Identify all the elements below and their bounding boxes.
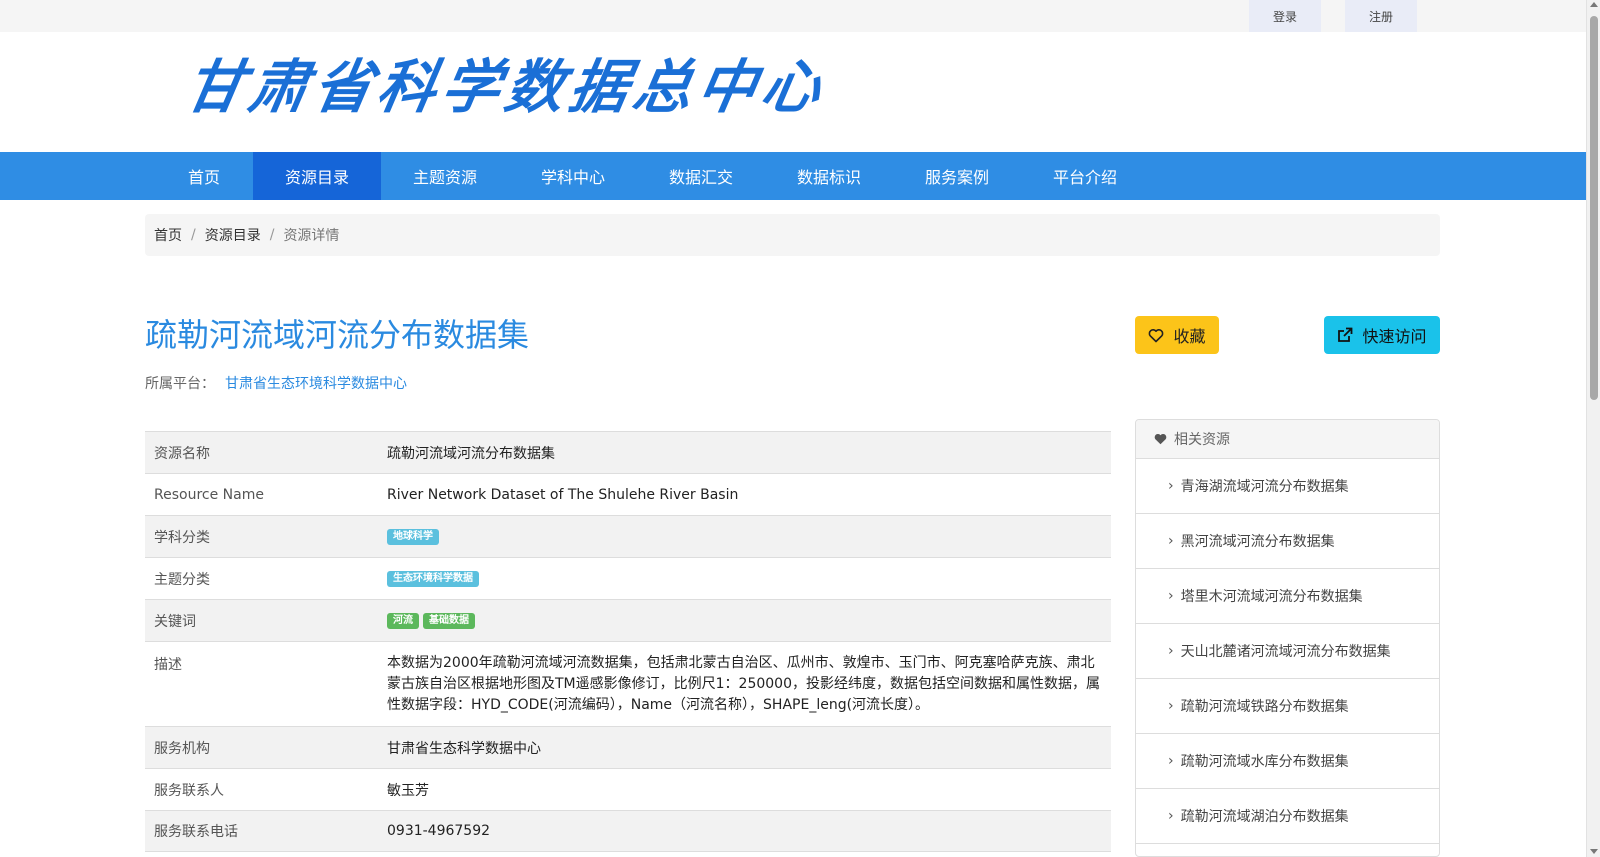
table-row: 学科分类 地球科学: [145, 515, 1111, 557]
nav-item-home[interactable]: 首页: [172, 152, 236, 200]
nav-item-about[interactable]: 平台介绍: [1021, 152, 1149, 200]
related-item[interactable]: › 疏勒河流域湖泊分布数据集: [1136, 789, 1439, 844]
row-value: 甘肃省生态科学数据中心: [387, 740, 541, 757]
keyword-tag[interactable]: 河流: [387, 612, 419, 629]
resource-info-table: 资源名称 疏勒河流域河流分布数据集 Resource Name River Ne…: [145, 431, 1111, 852]
favorite-button[interactable]: 收藏: [1135, 316, 1219, 354]
related-item[interactable]: › 疏勒河流域水库分布数据集: [1136, 734, 1439, 789]
related-item[interactable]: › 塔里木河流域河流分布数据集: [1136, 569, 1439, 624]
row-value: 0931-4967592: [387, 823, 491, 839]
nav-item-data-submission[interactable]: 数据汇交: [637, 152, 765, 200]
related-heading: 相关资源: [1136, 420, 1439, 459]
platform-link[interactable]: 甘肃省生态环境科学数据中心: [225, 376, 407, 392]
chevron-right-icon: ›: [1168, 753, 1174, 769]
row-key: 主题分类: [154, 571, 210, 588]
platform-info: 所属平台： 甘肃省生态环境科学数据中心: [145, 373, 407, 393]
related-item-label: 青海湖流域河流分布数据集: [1180, 479, 1349, 495]
nav-item-disciplines[interactable]: 学科中心: [509, 152, 637, 200]
table-row: 主题分类 生态环境科学数据: [145, 557, 1111, 599]
chevron-right-icon: ›: [1168, 698, 1174, 714]
row-value: 地球科学: [387, 516, 1111, 557]
table-row: 服务机构 甘肃省生态科学数据中心: [145, 726, 1111, 768]
row-key: 学科分类: [154, 529, 210, 546]
quick-visit-label: 快速访问: [1362, 327, 1427, 346]
breadcrumb-separator: /: [269, 227, 275, 243]
related-item[interactable]: › 青海湖流域河流分布数据集: [1136, 459, 1439, 514]
row-value: 河流 基础数据: [387, 600, 1111, 641]
table-row: 服务联系电话 0931-4967592: [145, 810, 1111, 852]
row-value: River Network Dataset of The Shulehe Riv…: [387, 486, 739, 503]
top-bar: 登录 注册: [0, 0, 1586, 32]
table-row: 描述 本数据为2000年疏勒河流域河流数据集，包括肃北蒙古自治区、瓜州市、敦煌市…: [145, 641, 1111, 726]
related-item-label: 黑河流域河流分布数据集: [1180, 534, 1335, 550]
row-key: 服务联系电话: [154, 824, 238, 840]
platform-label: 所属平台：: [145, 376, 215, 392]
favorite-label: 收藏: [1173, 327, 1206, 346]
related-item-label: 疏勒河流域水库分布数据集: [1180, 754, 1349, 770]
related-item-label: 天山北麓诸河流域河流分布数据集: [1180, 644, 1391, 660]
related-resources-panel: 相关资源 › 青海湖流域河流分布数据集 › 黑河流域河流分布数据集 › 塔里木河流域河…: [1135, 419, 1440, 857]
breadcrumb-catalog[interactable]: 资源目录: [205, 225, 261, 245]
keyword-tag[interactable]: 基础数据: [423, 612, 475, 629]
topic-tag[interactable]: 生态环境科学数据: [387, 570, 479, 587]
table-row: Resource Name River Network Dataset of T…: [145, 473, 1111, 515]
main-nav: 首页 资源目录 主题资源 学科中心 数据汇交 数据标识 服务案例 平台介绍: [0, 152, 1586, 200]
row-value: 敏玉芳: [387, 782, 429, 799]
breadcrumb-home[interactable]: 首页: [154, 225, 182, 245]
scrollbar-thumb[interactable]: [1590, 16, 1598, 400]
breadcrumb-current: 资源详情: [283, 228, 340, 244]
breadcrumb-separator: /: [191, 227, 196, 243]
row-key: 资源名称: [154, 445, 210, 462]
table-row: 关键词 河流 基础数据: [145, 599, 1111, 641]
related-item-label: 疏勒河流域铁路分布数据集: [1180, 699, 1349, 715]
chevron-right-icon: ›: [1168, 533, 1174, 549]
scroll-down-arrow-icon[interactable]: [1590, 849, 1598, 854]
chevron-right-icon: ›: [1168, 808, 1174, 824]
related-item[interactable]: › 天山北麓诸河流域河流分布数据集: [1136, 624, 1439, 679]
related-item-label: 疏勒河流域湖泊分布数据集: [1180, 809, 1349, 825]
related-heading-label: 相关资源: [1174, 432, 1230, 448]
row-key: Resource Name: [154, 486, 264, 503]
site-logo[interactable]: 甘肃省科学数据总中心: [180, 53, 832, 121]
breadcrumb: 首页 / 资源目录 / 资源详情: [145, 214, 1440, 256]
subject-tag[interactable]: 地球科学: [387, 528, 439, 545]
row-value: 疏勒河流域河流分布数据集: [387, 445, 555, 462]
row-value: 生态环境科学数据: [387, 558, 1111, 599]
related-item[interactable]: › 疏勒河流域铁路分布数据集: [1136, 679, 1439, 734]
row-value: 本数据为2000年疏勒河流域河流数据集，包括肃北蒙古自治区、瓜州市、敦煌市、玉门…: [387, 655, 1100, 713]
chevron-right-icon: ›: [1168, 478, 1174, 494]
scroll-up-arrow-icon[interactable]: [1590, 2, 1598, 7]
site-header: 甘肃省科学数据总中心: [0, 32, 1586, 152]
related-item[interactable]: › 黑河流域河流分布数据集: [1136, 514, 1439, 569]
table-row: 服务联系人 敏玉芳: [145, 768, 1111, 810]
nav-item-catalog[interactable]: 资源目录: [253, 152, 381, 200]
page-title: 疏勒河流域河流分布数据集: [145, 316, 530, 354]
row-key: 服务机构: [154, 740, 210, 757]
table-row: 资源名称 疏勒河流域河流分布数据集: [145, 431, 1111, 473]
register-button[interactable]: 注册: [1345, 0, 1417, 32]
row-key: 关键词: [154, 613, 196, 630]
external-link-icon: [1337, 327, 1353, 343]
related-item-label: 塔里木河流域河流分布数据集: [1180, 589, 1363, 605]
chevron-right-icon: ›: [1168, 588, 1174, 604]
row-key: 描述: [154, 657, 182, 673]
page-scrollbar[interactable]: [1586, 0, 1600, 857]
nav-item-cases[interactable]: 服务案例: [893, 152, 1021, 200]
quick-visit-button[interactable]: 快速访问: [1324, 316, 1440, 354]
nav-item-data-identifier[interactable]: 数据标识: [765, 152, 893, 200]
login-button[interactable]: 登录: [1249, 0, 1321, 32]
nav-item-topics[interactable]: 主题资源: [381, 152, 509, 200]
row-key: 服务联系人: [154, 782, 224, 799]
chevron-right-icon: ›: [1168, 643, 1174, 659]
heart-icon: [1154, 433, 1167, 445]
heart-outline-icon: [1148, 328, 1164, 343]
